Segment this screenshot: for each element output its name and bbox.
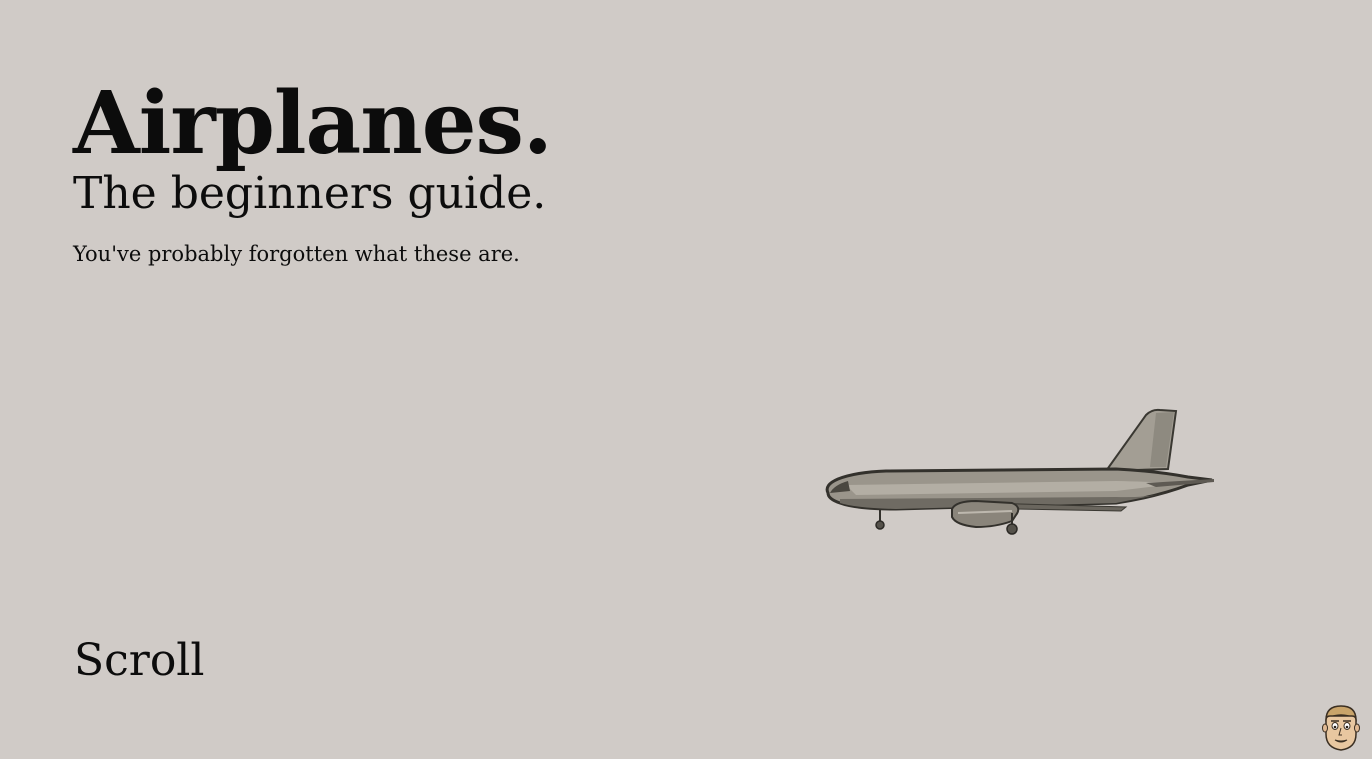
page: { "hero": { "title": "Airplanes.", "subt…: [0, 0, 1372, 759]
scroll-prompt[interactable]: Scroll: [74, 636, 204, 686]
page-title: Airplanes.: [73, 73, 553, 174]
airplane-illustration: [825, 408, 1214, 535]
page-tagline: You've probably forgotten what these are…: [73, 242, 520, 266]
avatar-face-icon[interactable]: [1320, 704, 1362, 752]
page-subtitle: The beginners guide.: [73, 168, 547, 219]
hero: Airplanes. The beginners guide. You've p…: [73, 73, 553, 268]
